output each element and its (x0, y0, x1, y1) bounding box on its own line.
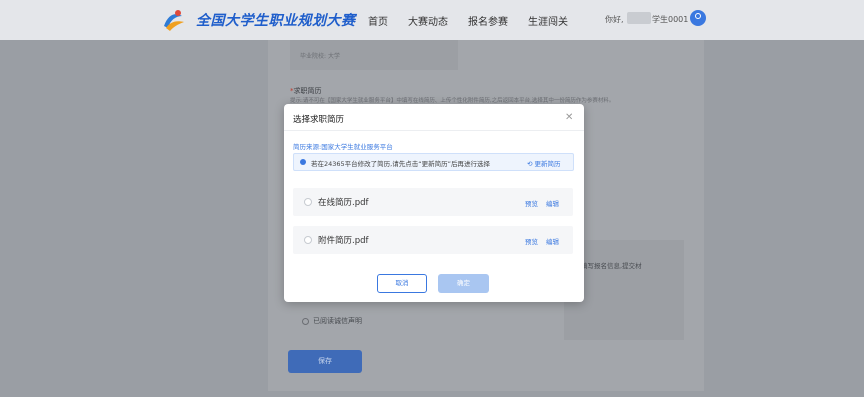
radio-button[interactable] (304, 198, 312, 206)
radio-button[interactable] (304, 236, 312, 244)
refresh-label: 更新简历 (534, 160, 561, 168)
refresh-icon: ⟲ (527, 160, 533, 168)
nav-register[interactable]: 报名参赛 (468, 13, 508, 28)
edit-link[interactable]: 编辑 (546, 236, 559, 246)
dialog-title: 选择求职简历 (293, 115, 345, 125)
user-icon (695, 13, 701, 19)
cancel-button[interactable]: 取消 (377, 274, 427, 293)
nav-home[interactable]: 首页 (368, 13, 388, 28)
save-button[interactable]: 保存 (288, 350, 362, 373)
edit-link[interactable]: 编辑 (546, 198, 559, 208)
school-label: 毕业院校: (300, 53, 327, 60)
update-notice: 若在24365平台修改了简历,请先点击“更新简历”后再进行选择 ⟲ 更新简历 (293, 153, 574, 171)
info-icon (300, 159, 306, 165)
preview-link[interactable]: 预览 (525, 198, 538, 208)
agree-label: 已阅读诚信声明 (313, 317, 362, 325)
avatar[interactable] (690, 10, 706, 26)
resume-source: 简历来源:国家大学生就业服务平台 (293, 143, 393, 151)
user-name-redacted (627, 12, 651, 24)
logo-icon (164, 10, 184, 31)
dialog-divider (284, 130, 584, 131)
notice-text: 若在24365平台修改了简历,请先点击“更新简历”后再进行选择 (311, 160, 490, 168)
info-box: 毕业院校: 大学 (290, 40, 458, 70)
resume-name: 附件简历.pdf (318, 236, 369, 246)
school-value: 大学 (327, 53, 340, 60)
confirm-button[interactable]: 确定 (438, 274, 489, 293)
agree-checkbox[interactable]: 已阅读诚信声明 (302, 316, 362, 326)
close-icon[interactable]: ✕ (565, 112, 573, 123)
resume-section-title: *求职简历 (290, 86, 322, 96)
preview-link[interactable]: 预览 (525, 236, 538, 246)
user-name[interactable]: 学生0001 (652, 14, 688, 25)
main-nav: 首页 大赛动态 报名参赛 生涯闯关 (368, 13, 568, 28)
site-title[interactable]: 全国大学生职业规划大赛 (196, 10, 356, 30)
resume-section-label: 求职简历 (293, 87, 322, 95)
refresh-resume-link[interactable]: ⟲ 更新简历 (527, 158, 561, 168)
resume-section-hint: 提示:请不可在【国家大学生就业服务平台】中填写在线简历、上传个性化附件简历,之后… (290, 98, 615, 104)
top-nav-bar: 全国大学生职业规划大赛 首页 大赛动态 报名参赛 生涯闯关 你好, 学生0001 (0, 0, 864, 40)
user-greeting: 你好, (605, 15, 624, 24)
resume-name: 在线简历.pdf (318, 198, 369, 208)
school-field: 毕业院校: 大学 (300, 51, 340, 60)
checkbox-icon[interactable] (302, 317, 309, 325)
nav-career[interactable]: 生涯闯关 (528, 13, 568, 28)
select-resume-dialog: 选择求职简历 ✕ 简历来源:国家大学生就业服务平台 若在24365平台修改了简历… (284, 104, 584, 302)
resume-option[interactable]: 附件简历.pdf 预览 编辑 (293, 226, 573, 254)
nav-news[interactable]: 大赛动态 (408, 13, 448, 28)
resume-option[interactable]: 在线简历.pdf 预览 编辑 (293, 188, 573, 216)
